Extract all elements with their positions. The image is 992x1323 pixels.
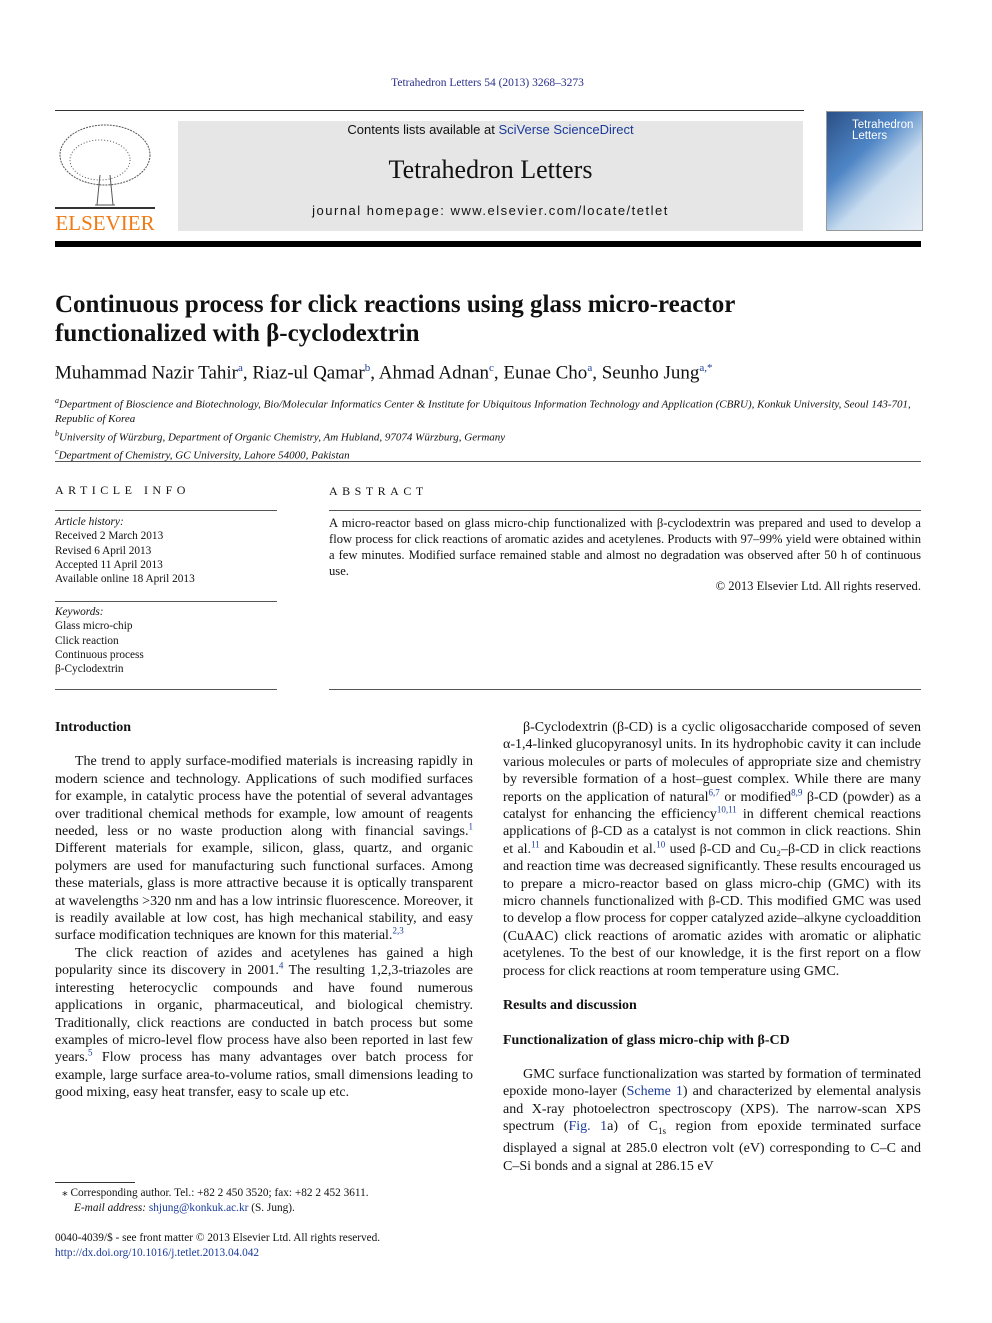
citation-link[interactable]: 1 [469, 821, 474, 831]
section-heading: Introduction [55, 720, 131, 735]
text-run: The trend to apply surface-modified mate… [55, 754, 473, 840]
footnotes: ⁎ Corresponding author. Tel.: +82 2 450 … [62, 1186, 369, 1216]
author-affiliation-marker[interactable]: a,* [699, 362, 712, 374]
text-run: Different materials for example, silicon… [55, 841, 473, 944]
affiliation: bUniversity of Würzburg, Department of O… [55, 427, 921, 445]
affiliation-text: Department of Chemistry, GC University, … [58, 449, 350, 462]
article-info-heading: ARTICLE INFO [55, 483, 190, 497]
abstract-heading: ABSTRACT [329, 484, 428, 498]
history-item: Available online 18 April 2013 [55, 573, 195, 586]
keyword: β-Cyclodextrin [55, 663, 124, 676]
elsevier-tree-icon: ELSEVIER [55, 124, 155, 235]
citation-link[interactable]: 6,7 [709, 787, 720, 797]
abstract-text: A micro-reactor based on glass micro-chi… [329, 516, 921, 578]
footnote-rule [55, 1182, 135, 1183]
figure-link[interactable]: Scheme 1 [627, 1084, 683, 1099]
section-heading: Functionalization of glass micro-chip wi… [503, 1032, 790, 1048]
divider [329, 510, 921, 511]
doi-link[interactable]: http://dx.doi.org/10.1016/j.tetlet.2013.… [55, 1247, 259, 1259]
sciencedirect-link[interactable]: SciVerse ScienceDirect [498, 122, 633, 137]
author-name[interactable]: Riaz-ul Qamar [252, 362, 364, 383]
divider [55, 601, 277, 602]
right-column: β-Cyclodextrin (β-CD) is a cyclic oligos… [503, 719, 921, 1175]
keyword: Glass micro-chip [55, 620, 133, 633]
author-affiliation-marker[interactable]: b [365, 362, 371, 374]
author-name[interactable]: Ahmad Adnan [379, 362, 489, 383]
citation-link[interactable]: 10 [656, 839, 665, 849]
paragraph: GMC surface functionalization was starte… [503, 1066, 921, 1175]
divider [55, 461, 921, 462]
author-name[interactable]: Muhammad Nazir Tahir [55, 362, 238, 383]
left-column: Introduction The trend to apply surface-m… [55, 719, 473, 1102]
paragraph: The trend to apply surface-modified mate… [55, 753, 473, 944]
keywords: Keywords: Glass micro-chip Click reactio… [55, 605, 144, 676]
affiliation-text: University of Würzburg, Department of Or… [59, 431, 506, 444]
divider [55, 689, 277, 690]
history-label: Article history: [55, 516, 124, 528]
journal-citation[interactable]: Tetrahedron Letters 54 (2013) 3268–3273 [0, 77, 975, 89]
keyword: Click reaction [55, 634, 119, 647]
text-run: or modified [719, 789, 792, 805]
divider [55, 241, 921, 247]
citation-link[interactable]: 10,11 [717, 804, 737, 814]
email-link[interactable]: shjung@konkuk.ac.kr [149, 1202, 249, 1214]
paragraph: The click reaction of azides and acetyle… [55, 945, 473, 1102]
email-label: E-mail address: [74, 1202, 149, 1214]
text-run: used β-CD and Cu₂–β-CD in click reaction… [503, 841, 921, 979]
keyword: Continuous process [55, 648, 144, 661]
article-page: Tetrahedron Letters 54 (2013) 3268–3273 … [0, 0, 992, 1323]
keywords-label: Keywords: [55, 606, 104, 618]
journal-title: Tetrahedron Letters [388, 155, 593, 184]
copyright: © 2013 Elsevier Ltd. All rights reserved… [715, 579, 921, 593]
affiliations: aDepartment of Bioscience and Biotechnol… [55, 394, 921, 463]
affiliation: aDepartment of Bioscience and Biotechnol… [55, 394, 921, 427]
text-run: Flow process has many advantages over ba… [55, 1050, 473, 1101]
history-item: Revised 6 April 2013 [55, 544, 152, 557]
history-item: Accepted 11 April 2013 [55, 558, 163, 571]
author-affiliation-marker[interactable]: c [489, 362, 494, 374]
author-name[interactable]: Eunae Cho [503, 362, 587, 383]
paragraph: β-Cyclodextrin (β-CD) is a cyclic oligos… [503, 719, 921, 980]
elsevier-logo: ELSEVIER [55, 120, 155, 235]
email-suffix: (S. Jung). [248, 1202, 295, 1214]
journal-masthead: Contents lists available at SciVerse Sci… [178, 121, 803, 231]
issn-line: 0040-4039/$ - see front matter © 2013 El… [55, 1232, 381, 1244]
contents-label: Contents lists available at [347, 122, 499, 137]
article-title: Continuous process for click reactions u… [55, 291, 735, 347]
citation-link[interactable]: 2,3 [392, 926, 403, 936]
cover-title: Tetrahedron Letters [852, 119, 914, 142]
citation-link[interactable]: 11 [531, 839, 540, 849]
publisher-name: ELSEVIER [55, 211, 154, 235]
divider [329, 689, 921, 690]
divider [55, 510, 277, 511]
author-affiliation-marker[interactable]: a [587, 362, 592, 374]
article-history: Article history: Received 2 March 2013 R… [55, 515, 195, 586]
text-run: and Kaboudin et al. [539, 841, 657, 857]
divider [55, 110, 804, 111]
journal-homepage[interactable]: journal homepage: www.elsevier.com/locat… [178, 203, 803, 218]
journal-cover-image: Tetrahedron Letters [826, 111, 923, 231]
front-matter: 0040-4039/$ - see front matter © 2013 El… [55, 1231, 380, 1260]
author-name[interactable]: Seunho Jung [602, 362, 700, 383]
citation-link[interactable]: 8,9 [791, 787, 802, 797]
history-item: Received 2 March 2013 [55, 530, 164, 543]
corresponding-author-note: ⁎ Corresponding author. Tel.: +82 2 450 … [62, 1187, 369, 1199]
author-list: Muhammad Nazir Tahira, Riaz-ul Qamarb, A… [55, 362, 713, 384]
affiliation-text: Department of Bioscience and Biotechnolo… [55, 398, 911, 426]
author-affiliation-marker[interactable]: a [238, 362, 243, 374]
text-run: a) of C [607, 1119, 658, 1135]
figure-link[interactable]: Fig. 1 [568, 1119, 607, 1134]
section-heading: Results and discussion [503, 998, 637, 1014]
subscript: 1s [657, 1125, 666, 1136]
